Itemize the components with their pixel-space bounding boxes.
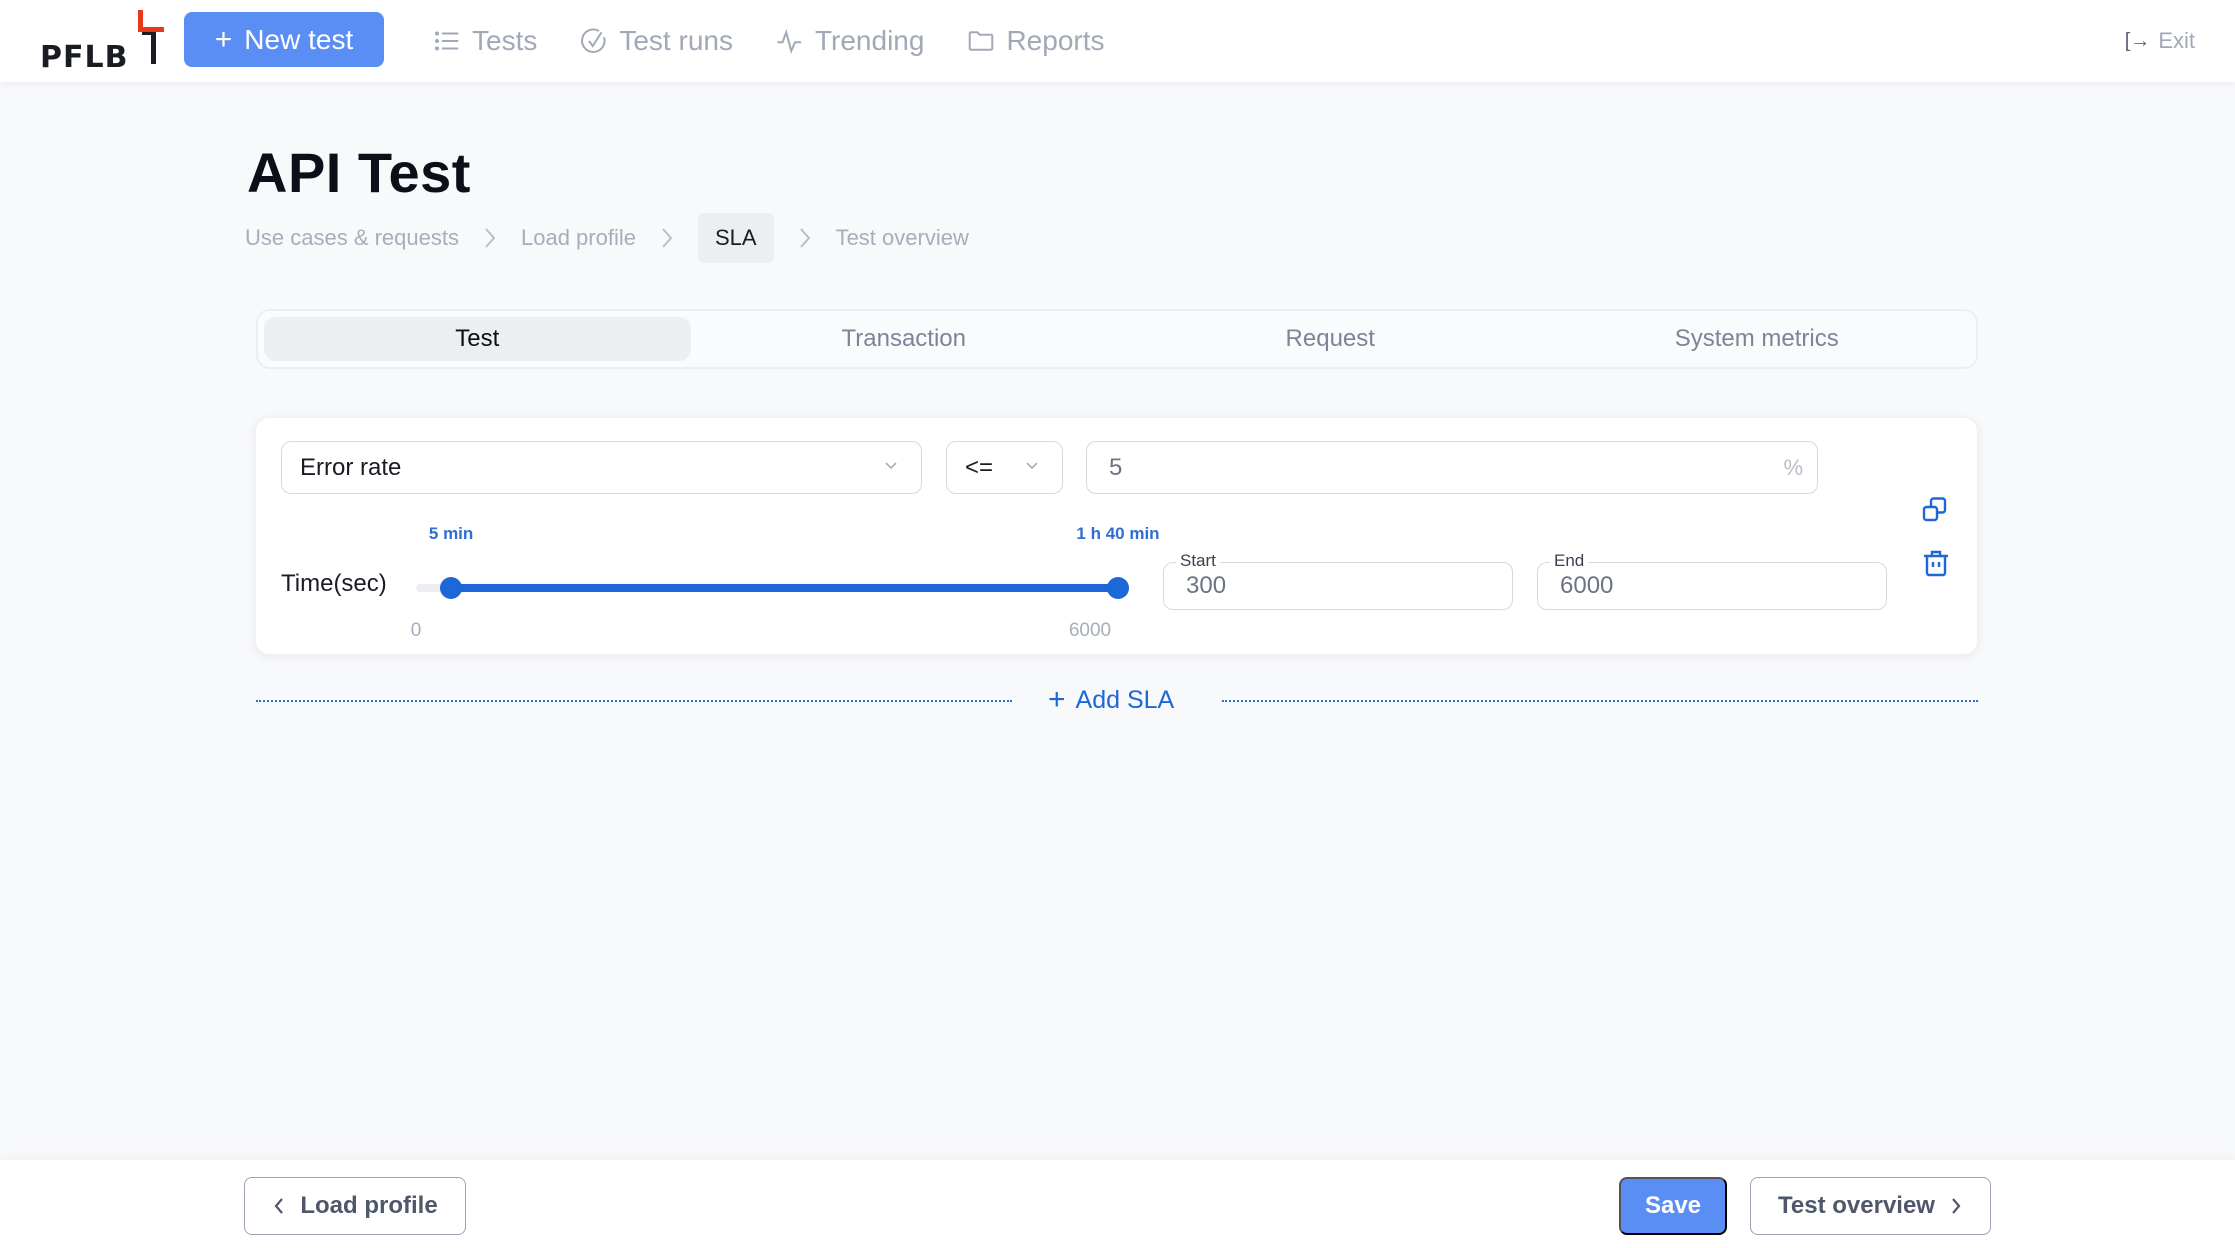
end-legend: End bbox=[1550, 551, 1589, 571]
sla-tabs: Test Transaction Request System metrics bbox=[256, 309, 1978, 369]
breadcrumb-test-overview[interactable]: Test overview bbox=[836, 225, 969, 251]
slider-end-handle[interactable] bbox=[1107, 577, 1129, 599]
footer-bar: Load profile Save Test overview bbox=[0, 1160, 2235, 1248]
pulse-icon bbox=[777, 28, 802, 55]
breadcrumb: Use cases & requests Load profile SLA Te… bbox=[245, 213, 969, 263]
sla-card: Error rate <= 5 % Time(sec) 5 min 1 h 40… bbox=[255, 417, 1978, 655]
nav-item-test-runs[interactable]: Test runs bbox=[579, 25, 733, 57]
threshold-value: 5 bbox=[1109, 453, 1123, 481]
chevron-right-icon bbox=[1952, 1198, 1961, 1214]
operator-value: <= bbox=[965, 453, 994, 481]
main-nav: Tests Test runs Trending Reports bbox=[432, 0, 1105, 82]
back-label: Load profile bbox=[300, 1192, 438, 1219]
end-input[interactable]: End 6000 bbox=[1537, 551, 1887, 610]
breadcrumb-sla[interactable]: SLA bbox=[697, 213, 774, 263]
check-circle-icon bbox=[581, 28, 606, 53]
end-value: 6000 bbox=[1560, 572, 1614, 599]
next-label: Test overview bbox=[1778, 1192, 1935, 1219]
start-thumb-label: 5 min bbox=[428, 524, 474, 543]
logo-mark-dark bbox=[142, 30, 156, 64]
pflb-logo[interactable]: PFLB bbox=[40, 10, 170, 75]
top-header: PFLB + New test Tests Test runs Trending… bbox=[0, 0, 2235, 82]
operator-select[interactable]: <= bbox=[946, 441, 1063, 494]
logo-text: PFLB bbox=[40, 40, 129, 75]
duplicate-sla-button[interactable] bbox=[1921, 495, 1951, 525]
plus-icon: + bbox=[1048, 683, 1066, 716]
start-input[interactable]: Start 300 bbox=[1163, 551, 1513, 610]
slider-range bbox=[451, 584, 1118, 592]
new-test-button[interactable]: + New test bbox=[184, 12, 384, 67]
chevron-down-icon bbox=[885, 462, 897, 470]
exit-button[interactable]: [→ Exit bbox=[2125, 0, 2195, 82]
breadcrumb-use-cases[interactable]: Use cases & requests bbox=[245, 225, 459, 251]
copy-icon bbox=[1922, 497, 1947, 522]
unit-label: % bbox=[1783, 454, 1803, 480]
save-button[interactable]: Save bbox=[1619, 1177, 1727, 1235]
exit-icon: [→ bbox=[2124, 29, 2151, 52]
tab-transaction[interactable]: Transaction bbox=[691, 317, 1118, 361]
tab-request[interactable]: Request bbox=[1117, 317, 1544, 361]
chevron-down-icon bbox=[1026, 462, 1038, 470]
logo-mark-red bbox=[138, 10, 164, 32]
add-sla-row: + Add SLA bbox=[256, 680, 1978, 720]
threshold-input[interactable]: 5 % bbox=[1086, 441, 1818, 494]
divider bbox=[1222, 700, 1978, 702]
next-test-overview-button[interactable]: Test overview bbox=[1750, 1177, 1991, 1235]
list-icon bbox=[435, 31, 459, 51]
breadcrumb-load-profile[interactable]: Load profile bbox=[521, 225, 636, 251]
slider-max-label: 6000 bbox=[1068, 620, 1112, 641]
back-load-profile-button[interactable]: Load profile bbox=[244, 1177, 466, 1235]
nav-label: Trending bbox=[814, 25, 925, 56]
new-test-label: New test bbox=[244, 23, 354, 55]
time-range-slider[interactable]: 5 min 1 h 40 min 0 6000 bbox=[411, 524, 1160, 641]
chevron-right-icon bbox=[662, 228, 673, 248]
chevron-right-icon bbox=[485, 228, 496, 248]
start-legend: Start bbox=[1176, 551, 1220, 571]
metric-value: Error rate bbox=[300, 453, 402, 481]
add-sla-button[interactable]: + Add SLA bbox=[1048, 680, 1174, 720]
divider bbox=[256, 700, 1012, 702]
nav-item-reports[interactable]: Reports bbox=[966, 25, 1105, 57]
nav-label: Tests bbox=[472, 25, 538, 56]
tab-test[interactable]: Test bbox=[264, 317, 691, 361]
folder-icon bbox=[969, 31, 994, 51]
page-title: API Test bbox=[247, 141, 471, 204]
nav-label: Reports bbox=[1006, 25, 1105, 56]
slider-min-label: 0 bbox=[410, 620, 422, 641]
nav-item-trending[interactable]: Trending bbox=[775, 25, 924, 57]
start-value: 300 bbox=[1186, 572, 1227, 599]
nav-item-tests[interactable]: Tests bbox=[432, 25, 537, 57]
delete-sla-button[interactable] bbox=[1921, 548, 1951, 578]
slider-start-handle[interactable] bbox=[440, 577, 463, 599]
time-label: Time(sec) bbox=[281, 570, 387, 597]
plus-icon: + bbox=[214, 22, 233, 56]
add-sla-label: Add SLA bbox=[1075, 685, 1175, 714]
trash-icon bbox=[1924, 550, 1948, 577]
chevron-left-icon bbox=[274, 1198, 284, 1214]
exit-label: Exit bbox=[2158, 28, 2195, 53]
end-thumb-label: 1 h 40 min bbox=[1076, 524, 1160, 543]
tab-system-metrics[interactable]: System metrics bbox=[1544, 317, 1971, 361]
metric-select[interactable]: Error rate bbox=[281, 441, 922, 494]
chevron-right-icon bbox=[799, 228, 810, 248]
nav-label: Test runs bbox=[619, 25, 733, 56]
